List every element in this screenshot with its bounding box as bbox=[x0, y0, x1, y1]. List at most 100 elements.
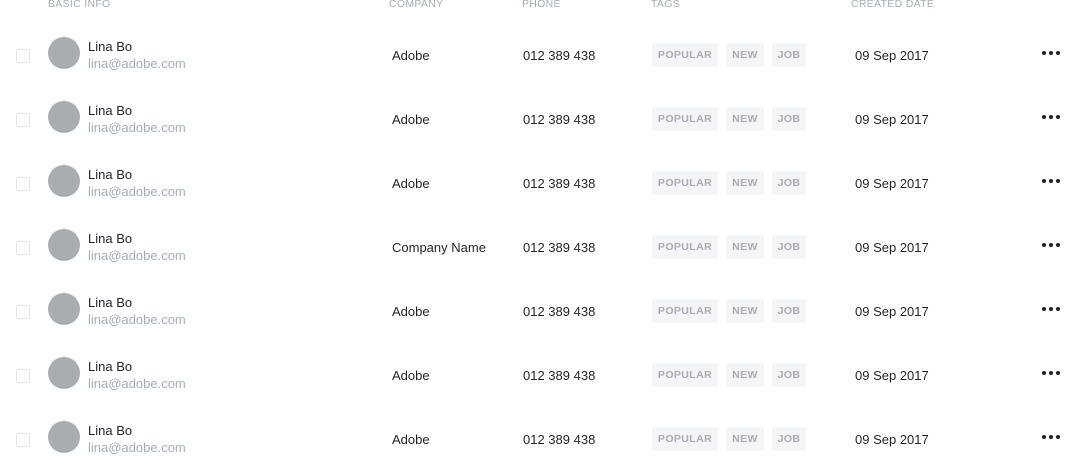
created-date: 09 Sep 2017 bbox=[855, 368, 929, 383]
company-name: Adobe bbox=[392, 176, 430, 191]
more-dot bbox=[1042, 371, 1046, 375]
tag-job[interactable]: JOB bbox=[772, 235, 806, 259]
phone-number: 012 389 438 bbox=[523, 176, 596, 191]
contact-email: lina@adobe.com bbox=[88, 312, 186, 327]
contact-name: Lina Bo bbox=[88, 103, 133, 118]
tag-job[interactable]: JOB bbox=[772, 171, 806, 195]
more-dot bbox=[1056, 435, 1060, 439]
tag-popular[interactable]: POPULAR bbox=[652, 107, 718, 131]
created-date: 09 Sep 2017 bbox=[855, 304, 929, 319]
phone-number: 012 389 438 bbox=[523, 368, 596, 383]
tag-popular[interactable]: POPULAR bbox=[652, 43, 718, 67]
contact-email: lina@adobe.com bbox=[88, 440, 186, 455]
created-date: 09 Sep 2017 bbox=[855, 432, 929, 447]
tag-job[interactable]: JOB bbox=[772, 427, 806, 451]
avatar bbox=[48, 229, 80, 261]
tag-job[interactable]: JOB bbox=[772, 363, 806, 387]
phone-number: 012 389 438 bbox=[523, 432, 596, 447]
created-date: 09 Sep 2017 bbox=[855, 112, 929, 127]
created-date: 09 Sep 2017 bbox=[855, 240, 929, 255]
row-select-checkbox[interactable] bbox=[16, 369, 30, 383]
tag-popular[interactable]: POPULAR bbox=[652, 171, 718, 195]
column-header-tags[interactable]: TAGS bbox=[651, 0, 680, 10]
tag-popular[interactable]: POPULAR bbox=[652, 299, 718, 323]
more-dot bbox=[1056, 371, 1060, 375]
contact-name: Lina Bo bbox=[88, 231, 133, 246]
company-name: Adobe bbox=[392, 112, 430, 127]
column-header-basic-info[interactable]: BASIC INFO bbox=[48, 0, 111, 10]
tag-popular[interactable]: POPULAR bbox=[652, 363, 718, 387]
column-header-company[interactable]: COMPANY bbox=[389, 0, 443, 10]
table-row[interactable]: Lina Bo lina@adobe.com Adobe 012 389 438… bbox=[0, 151, 1080, 215]
more-horizontal-icon[interactable] bbox=[1038, 426, 1064, 448]
column-header-created-date[interactable]: CREATED DATE bbox=[851, 0, 934, 10]
contact-name: Lina Bo bbox=[88, 295, 133, 310]
tag-new[interactable]: NEW bbox=[726, 427, 764, 451]
row-select-checkbox[interactable] bbox=[16, 305, 30, 319]
tag-new[interactable]: NEW bbox=[726, 107, 764, 131]
avatar bbox=[48, 101, 80, 133]
table-row[interactable]: Lina Bo lina@adobe.com Adobe 012 389 438… bbox=[0, 87, 1080, 151]
table-row[interactable]: Lina Bo lina@adobe.com Adobe 012 389 438… bbox=[0, 407, 1080, 471]
more-dot bbox=[1049, 115, 1053, 119]
contact-email: lina@adobe.com bbox=[88, 184, 186, 199]
phone-number: 012 389 438 bbox=[523, 48, 596, 63]
more-dot bbox=[1056, 179, 1060, 183]
more-dot bbox=[1042, 307, 1046, 311]
avatar bbox=[48, 421, 80, 453]
more-dot bbox=[1049, 179, 1053, 183]
company-name: Adobe bbox=[392, 432, 430, 447]
contact-name: Lina Bo bbox=[88, 39, 133, 54]
table-row[interactable]: Lina Bo lina@adobe.com Adobe 012 389 438… bbox=[0, 343, 1080, 407]
more-dot bbox=[1049, 371, 1053, 375]
contact-email: lina@adobe.com bbox=[88, 120, 186, 135]
tag-job[interactable]: JOB bbox=[772, 43, 806, 67]
column-header-phone[interactable]: PHONE bbox=[522, 0, 561, 10]
contact-name: Lina Bo bbox=[88, 359, 133, 374]
tag-job[interactable]: JOB bbox=[772, 299, 806, 323]
more-horizontal-icon[interactable] bbox=[1038, 362, 1064, 384]
more-dot bbox=[1056, 243, 1060, 247]
more-dot bbox=[1042, 115, 1046, 119]
row-select-checkbox[interactable] bbox=[16, 241, 30, 255]
row-select-checkbox[interactable] bbox=[16, 113, 30, 127]
contact-email: lina@adobe.com bbox=[88, 56, 186, 71]
avatar bbox=[48, 165, 80, 197]
company-name: Company Name bbox=[392, 240, 486, 255]
phone-number: 012 389 438 bbox=[523, 240, 596, 255]
row-select-checkbox[interactable] bbox=[16, 177, 30, 191]
tag-job[interactable]: JOB bbox=[772, 107, 806, 131]
company-name: Adobe bbox=[392, 304, 430, 319]
table-row[interactable]: Lina Bo lina@adobe.com Company Name 012 … bbox=[0, 215, 1080, 279]
tag-new[interactable]: NEW bbox=[726, 363, 764, 387]
tag-new[interactable]: NEW bbox=[726, 171, 764, 195]
more-horizontal-icon[interactable] bbox=[1038, 42, 1064, 64]
created-date: 09 Sep 2017 bbox=[855, 176, 929, 191]
avatar bbox=[48, 293, 80, 325]
tag-popular[interactable]: POPULAR bbox=[652, 235, 718, 259]
more-horizontal-icon[interactable] bbox=[1038, 106, 1064, 128]
tag-popular[interactable]: POPULAR bbox=[652, 427, 718, 451]
table-row[interactable]: Lina Bo lina@adobe.com Adobe 012 389 438… bbox=[0, 279, 1080, 343]
more-dot bbox=[1049, 243, 1053, 247]
more-dot bbox=[1042, 51, 1046, 55]
created-date: 09 Sep 2017 bbox=[855, 48, 929, 63]
more-horizontal-icon[interactable] bbox=[1038, 234, 1064, 256]
tag-new[interactable]: NEW bbox=[726, 43, 764, 67]
more-dot bbox=[1042, 435, 1046, 439]
more-horizontal-icon[interactable] bbox=[1038, 298, 1064, 320]
more-dot bbox=[1049, 51, 1053, 55]
tag-new[interactable]: NEW bbox=[726, 299, 764, 323]
more-dot bbox=[1049, 435, 1053, 439]
table-header: BASIC INFO COMPANY PHONE TAGS CREATED DA… bbox=[0, 0, 1080, 12]
phone-number: 012 389 438 bbox=[523, 304, 596, 319]
row-select-checkbox[interactable] bbox=[16, 433, 30, 447]
table-row[interactable]: Lina Bo lina@adobe.com Adobe 012 389 438… bbox=[0, 23, 1080, 87]
more-dot bbox=[1056, 307, 1060, 311]
tag-new[interactable]: NEW bbox=[726, 235, 764, 259]
more-dot bbox=[1049, 307, 1053, 311]
more-horizontal-icon[interactable] bbox=[1038, 170, 1064, 192]
row-select-checkbox[interactable] bbox=[16, 49, 30, 63]
phone-number: 012 389 438 bbox=[523, 112, 596, 127]
contact-email: lina@adobe.com bbox=[88, 376, 186, 391]
